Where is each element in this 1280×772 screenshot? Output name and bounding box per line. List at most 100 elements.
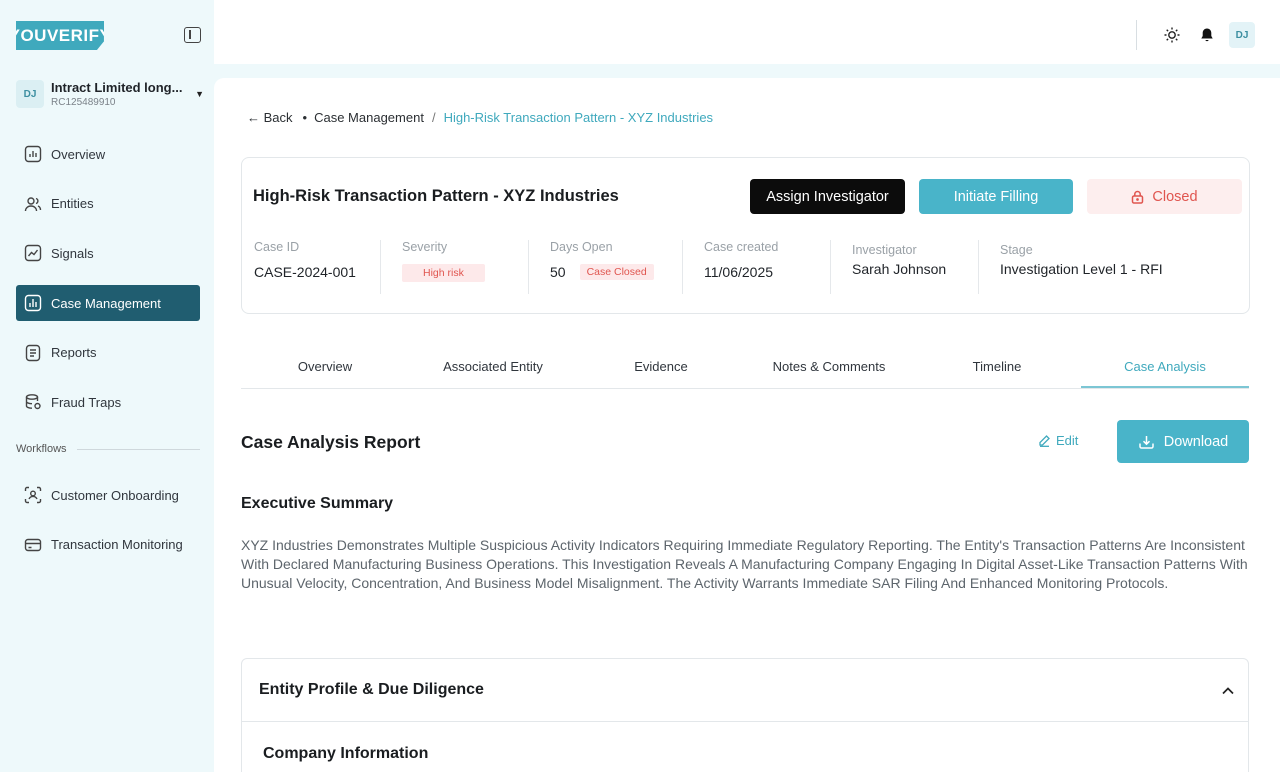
- assign-investigator-button[interactable]: Assign Investigator: [750, 179, 905, 214]
- executive-summary-title: Executive Summary: [241, 495, 394, 512]
- youverify-logo[interactable]: YOUVERIFY: [16, 21, 104, 50]
- sidebar-item-label: Reports: [51, 345, 97, 361]
- meta-divider: [528, 240, 529, 294]
- sidebar-item-fraud-traps[interactable]: Fraud Traps: [16, 384, 200, 420]
- org-avatar: DJ: [16, 80, 44, 108]
- pencil-icon: [1038, 434, 1051, 447]
- meta-value: 11/06/2025: [704, 264, 774, 280]
- section-divider: [76, 448, 200, 450]
- face-scan-icon: [24, 486, 42, 504]
- section-label: Workflows: [16, 443, 67, 455]
- meta-value-wrap: 50 Case Closed: [550, 264, 654, 280]
- topbar: DJ: [214, 0, 1280, 64]
- chart-icon: [24, 145, 42, 163]
- back-link[interactable]: ← Back: [247, 110, 293, 125]
- closed-status-button[interactable]: Closed: [1087, 179, 1242, 214]
- meta-label: Case ID: [254, 240, 300, 254]
- entity-profile-accordion: Entity Profile & Due Diligence Company I…: [241, 658, 1249, 772]
- report-title: Case Analysis Report: [241, 432, 421, 452]
- breadcrumb-parent[interactable]: Case Management: [314, 110, 424, 125]
- sidebar-item-label: Entities: [51, 196, 94, 212]
- meta-value: Investigation Level 1 - RFI: [1000, 261, 1163, 277]
- tab-notes-comments[interactable]: Notes & Comments: [745, 349, 913, 388]
- org-text: Intract Limited long... RC125489910: [51, 80, 195, 108]
- breadcrumb-separator: /: [431, 110, 436, 125]
- download-icon: [1138, 434, 1155, 450]
- case-closed-badge: Case Closed: [579, 264, 654, 280]
- bar-chart-icon: [24, 294, 42, 312]
- accordion-header[interactable]: Entity Profile & Due Diligence: [242, 659, 1248, 722]
- meta-stage: Stage Investigation Level 1 - RFI: [1000, 243, 1163, 297]
- meta-label: Days Open: [550, 240, 613, 254]
- bell-icon[interactable]: [1194, 22, 1220, 48]
- users-icon: [24, 195, 42, 213]
- sidebar-item-entities[interactable]: Entities: [16, 186, 200, 222]
- sidebar-item-label: Overview: [51, 146, 106, 162]
- sidebar: YOUVERIFY DJ Intract Limited long... RC1…: [0, 0, 214, 772]
- executive-summary-text: XYZ Industries Demonstrates Multiple Sus…: [241, 537, 1248, 591]
- breadcrumb: ← Back • Case Management / High-Risk Tra…: [247, 110, 713, 125]
- meta-divider: [682, 240, 683, 294]
- topbar-divider: [1136, 20, 1137, 50]
- edit-label: Edit: [1056, 433, 1079, 448]
- tab-timeline[interactable]: Timeline: [913, 349, 1081, 388]
- accordion-title: Entity Profile & Due Diligence: [259, 681, 484, 698]
- meta-days-open: Days Open 50 Case Closed: [550, 240, 654, 294]
- arrow-left-icon: ←: [247, 110, 260, 125]
- sidebar-item-label: Customer Onboarding: [51, 487, 179, 503]
- sidebar-item-label: Fraud Traps: [51, 394, 122, 410]
- sidebar-item-reports[interactable]: Reports: [16, 335, 200, 371]
- download-label: Download: [1163, 433, 1229, 450]
- sidebar-item-customer-onboarding[interactable]: Customer Onboarding: [16, 477, 200, 513]
- caret-down-icon: ▼: [195, 89, 204, 99]
- breadcrumb-current: High-Risk Transaction Pattern - XYZ Indu…: [443, 110, 714, 125]
- meta-value-wrap: High risk: [402, 264, 485, 282]
- tab-evidence[interactable]: Evidence: [577, 349, 745, 388]
- user-avatar[interactable]: DJ: [1229, 22, 1255, 48]
- org-switcher[interactable]: DJ Intract Limited long... RC125489910 ▼: [16, 79, 204, 109]
- workflows-section-label: Workflows: [16, 443, 200, 455]
- initiate-filling-button[interactable]: Initiate Filling: [919, 179, 1073, 214]
- closed-label: Closed: [1152, 188, 1198, 205]
- sidebar-item-overview[interactable]: Overview: [16, 136, 200, 172]
- meta-case-id: Case ID CASE-2024-001: [254, 240, 356, 294]
- lock-icon: [1131, 190, 1144, 204]
- sidebar-nav: Overview Entities Signals Case Managemen…: [16, 136, 200, 434]
- tab-associated-entity[interactable]: Associated Entity: [409, 349, 577, 388]
- meta-value: Sarah Johnson: [852, 261, 947, 277]
- sidebar-item-transaction-monitoring[interactable]: Transaction Monitoring: [16, 527, 200, 563]
- sidebar-item-signals[interactable]: Signals: [16, 235, 200, 271]
- edit-button[interactable]: Edit: [1038, 433, 1078, 448]
- breadcrumb-bullet: •: [302, 110, 308, 125]
- case-header-card: High-Risk Transaction Pattern - XYZ Indu…: [241, 157, 1250, 314]
- sun-icon[interactable]: [1159, 22, 1185, 48]
- meta-label: Investigator: [852, 243, 917, 257]
- download-button[interactable]: Download: [1117, 420, 1249, 463]
- meta-divider: [380, 240, 381, 294]
- meta-label: Severity: [402, 240, 448, 254]
- database-icon: [24, 393, 42, 411]
- case-title: High-Risk Transaction Pattern - XYZ Indu…: [253, 187, 619, 205]
- sidebar-item-label: Case Management: [51, 295, 161, 311]
- meta-label: Case created: [704, 240, 779, 254]
- tab-case-analysis[interactable]: Case Analysis: [1081, 349, 1249, 388]
- chevron-up-icon: [1208, 686, 1248, 695]
- workflow-nav: Customer Onboarding Transaction Monitori…: [16, 477, 200, 576]
- org-id: RC125489910: [51, 97, 116, 108]
- meta-divider: [830, 240, 831, 294]
- org-name: Intract Limited long...: [51, 80, 183, 95]
- sidebar-collapse-icon[interactable]: [184, 27, 201, 43]
- tab-overview[interactable]: Overview: [241, 349, 409, 388]
- meta-divider: [978, 240, 979, 294]
- sidebar-item-case-management[interactable]: Case Management: [16, 285, 200, 322]
- meta-label: Stage: [1000, 243, 1033, 257]
- meta-value: 50: [550, 264, 566, 280]
- trend-icon: [24, 244, 42, 262]
- document-icon: [24, 344, 42, 362]
- card-icon: [24, 536, 42, 554]
- meta-severity: Severity High risk: [402, 240, 485, 294]
- meta-investigator: Investigator Sarah Johnson: [852, 243, 946, 297]
- severity-badge: High risk: [402, 264, 485, 282]
- sidebar-item-label: Transaction Monitoring: [51, 537, 183, 553]
- main-content: ← Back • Case Management / High-Risk Tra…: [214, 78, 1280, 772]
